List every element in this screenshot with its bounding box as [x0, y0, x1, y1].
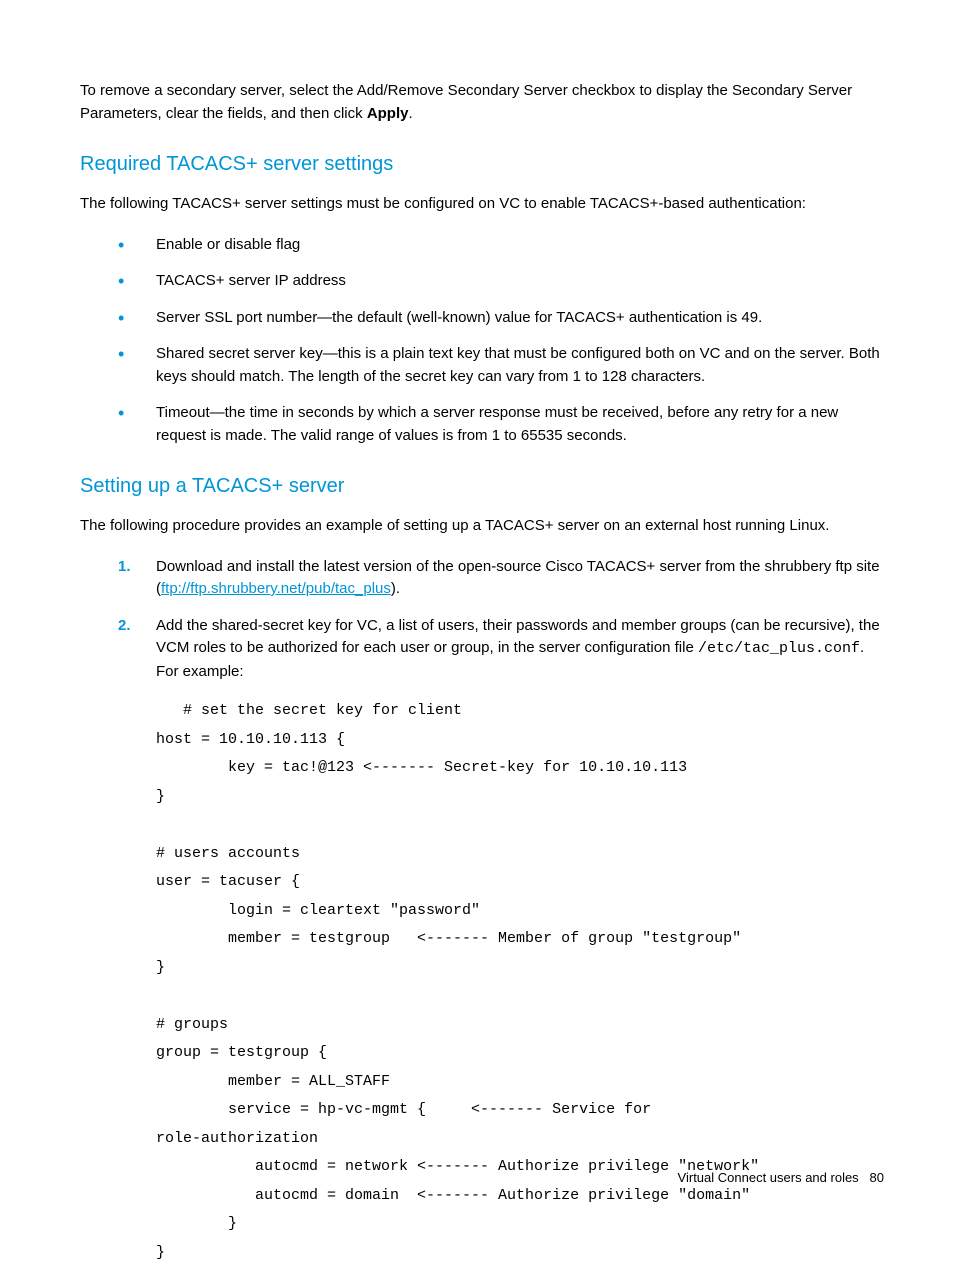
page-number: 80: [870, 1170, 884, 1185]
intro-text-1: To remove a secondary server, select the…: [80, 82, 852, 122]
bullet-item: Shared secret server key—this is a plain…: [118, 343, 884, 388]
step-item: Download and install the latest version …: [118, 556, 884, 601]
bullet-item: Enable or disable flag: [118, 234, 884, 257]
bullet-item: TACACS+ server IP address: [118, 270, 884, 293]
section2-ordered-list: Download and install the latest version …: [80, 556, 884, 684]
intro-text-2: .: [408, 105, 412, 122]
apply-bold: Apply: [367, 105, 409, 122]
footer-text: Virtual Connect users and roles: [678, 1170, 859, 1185]
intro-paragraph: To remove a secondary server, select the…: [80, 80, 884, 125]
step-item: Add the shared-secret key for VC, a list…: [118, 615, 884, 684]
section2-heading: Setting up a TACACS+ server: [80, 471, 884, 501]
page-footer: Virtual Connect users and roles 80: [678, 1168, 884, 1188]
section1-heading: Required TACACS+ server settings: [80, 149, 884, 179]
bullet-item: Timeout—the time in seconds by which a s…: [118, 402, 884, 447]
config-file-path: /etc/tac_plus.conf: [698, 640, 860, 657]
section2-intro: The following procedure provides an exam…: [80, 515, 884, 538]
bullet-item: Server SSL port number—the default (well…: [118, 307, 884, 330]
section1-intro: The following TACACS+ server settings mu…: [80, 193, 884, 216]
step1-text-2: ).: [391, 580, 400, 597]
section1-bullet-list: Enable or disable flag TACACS+ server IP…: [80, 234, 884, 448]
ftp-link[interactable]: ftp://ftp.shrubbery.net/pub/tac_plus: [161, 580, 391, 597]
